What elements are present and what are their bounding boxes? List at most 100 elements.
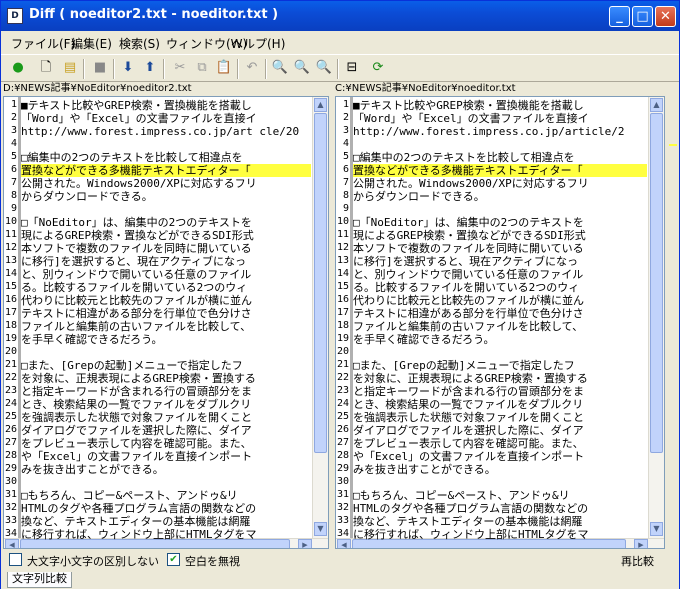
right-text-pane[interactable]: 1 2 3 4 5 6 7 8 9 10 11 12 13 14 15 16 17 18 19 20 21 22 23 24 2… bbox=[335, 96, 665, 549]
text-line[interactable]: を手早く確認できるだろう。 bbox=[21, 333, 311, 346]
scroll-left-icon[interactable]: ◀ bbox=[5, 539, 19, 548]
text-line[interactable] bbox=[21, 138, 311, 151]
text-line[interactable]: をプレビュー表示して内容を確認可能。また、 bbox=[353, 437, 647, 450]
text-line[interactable]: ダイアログでファイルを選択した際に、ダイア bbox=[21, 424, 311, 437]
text-line[interactable]: □また、[Grepの起動]メニューで指定したフ bbox=[353, 359, 647, 372]
text-line[interactable]: HTMLのタグや各種プログラム言語の関数などの bbox=[21, 502, 311, 515]
text-line[interactable]: を手早く確認できるだろう。 bbox=[353, 333, 647, 346]
menu-file[interactable]: ファイル(F) bbox=[11, 35, 75, 52]
zoom-out-icon[interactable]: 🔍 bbox=[315, 59, 333, 77]
text-line[interactable]: http://www.forest.impress.co.jp/article/… bbox=[353, 125, 647, 138]
text-line[interactable]: ダイアログでファイルを選択した際に、ダイア bbox=[353, 424, 647, 437]
text-line[interactable]: を強調表示した状態で対象ファイルを開くこと bbox=[21, 411, 311, 424]
diff-highlighted-line[interactable]: 置換などができる多機能テキストエディター「 bbox=[353, 164, 647, 177]
scroll-up-icon[interactable]: ▲ bbox=[314, 98, 327, 112]
text-line[interactable] bbox=[21, 203, 311, 216]
text-line[interactable]: ■テキスト比較やGREP検索・置換機能を搭載し bbox=[353, 99, 647, 112]
menu-help[interactable]: ヘルプ(H) bbox=[231, 35, 285, 52]
menu-search[interactable]: 検索(S) bbox=[119, 35, 160, 52]
text-line[interactable]: る。比較するファイルを開いている2つのウィ bbox=[21, 281, 311, 294]
text-line[interactable]: 換など、テキストエディターの基本機能は網羅 bbox=[353, 515, 647, 528]
close-button[interactable]: ✕ bbox=[655, 6, 676, 27]
split-icon[interactable]: ⊟ bbox=[343, 59, 361, 77]
text-line[interactable]: □もちろん、コピー&ペースト、アンドゥ&リ bbox=[353, 489, 647, 502]
text-line[interactable] bbox=[353, 138, 647, 151]
copy-icon[interactable]: ⧉ bbox=[193, 59, 211, 77]
text-line[interactable]: に移行]を選択すると、現在アクティブになっ bbox=[21, 255, 311, 268]
scroll-down-icon[interactable]: ▼ bbox=[314, 522, 327, 536]
scroll-thumb[interactable] bbox=[650, 113, 663, 453]
zoom-icon[interactable]: 🔍 bbox=[271, 59, 289, 77]
minimize-button[interactable]: _ bbox=[609, 6, 630, 27]
text-line[interactable]: ファイルと編集前の古いファイルを比較して、 bbox=[353, 320, 647, 333]
go-icon[interactable]: ● bbox=[9, 59, 27, 77]
tab-string-compare[interactable]: 文字列比較 bbox=[7, 572, 72, 588]
text-line[interactable]: からダウンロードできる。 bbox=[353, 190, 647, 203]
menu-edit[interactable]: 編集(E) bbox=[71, 35, 112, 52]
text-line[interactable]: をプレビュー表示して内容を確認可能。また、 bbox=[21, 437, 311, 450]
text-line[interactable]: みを抜き出すことができる。 bbox=[353, 463, 647, 476]
text-line[interactable]: 換など、テキストエディターの基本機能は網羅 bbox=[21, 515, 311, 528]
zoom-in-icon[interactable]: 🔍 bbox=[293, 59, 311, 77]
ignore-space-checkbox[interactable]: ✔ bbox=[167, 553, 180, 566]
text-line[interactable]: □「NoEditor」は、編集中の2つのテキストを bbox=[353, 216, 647, 229]
text-line[interactable]: ファイルと編集前の古いファイルを比較して、 bbox=[21, 320, 311, 333]
text-line[interactable]: からダウンロードできる。 bbox=[21, 190, 311, 203]
text-line[interactable]: 本ソフトで複数のファイルを同時に開いている bbox=[353, 242, 647, 255]
title-bar[interactable]: D Diff ( noeditor2.txt - noeditor.txt ) … bbox=[1, 1, 679, 31]
text-line[interactable] bbox=[353, 203, 647, 216]
text-line[interactable]: を対象に、正規表現によるGREP検索・置換する bbox=[21, 372, 311, 385]
left-text-pane[interactable]: 1 2 3 4 5 6 7 8 9 10 11 12 13 14 15 16 17 18 19 20 21 22 23 24 2… bbox=[3, 96, 329, 549]
text-line[interactable]: □編集中の2つのテキストを比較して相違点を bbox=[353, 151, 647, 164]
text-line[interactable] bbox=[353, 346, 647, 359]
text-line[interactable]: テキストに相違がある部分を行単位で色分けさ bbox=[353, 307, 647, 320]
text-line[interactable]: http://www.forest.impress.co.jp/art cle/… bbox=[21, 125, 311, 138]
paste-icon[interactable]: 📋 bbox=[215, 59, 233, 77]
text-line[interactable]: □もちろん、コピー&ペースト、アンドゥ&リ bbox=[21, 489, 311, 502]
text-line[interactable]: に移行すれば、ウィンドウ上部にHTMLタグをマ bbox=[21, 528, 311, 541]
text-line[interactable]: 「Word」や「Excel」の文書ファイルを直接イ bbox=[353, 112, 647, 125]
text-line[interactable]: 現によるGREP検索・置換などができるSDI形式 bbox=[353, 229, 647, 242]
text-line[interactable]: と指定キーワードが含まれる行の冒頭部分をま bbox=[21, 385, 311, 398]
stop-icon[interactable]: ■ bbox=[91, 59, 109, 77]
scroll-thumb[interactable] bbox=[314, 113, 327, 453]
text-line[interactable]: に移行]を選択すると、現在アクティブになっ bbox=[353, 255, 647, 268]
text-line[interactable]: や「Excel」の文書ファイルを直接インポート bbox=[353, 450, 647, 463]
text-line[interactable]: □「NoEditor」は、編集中の2つのテキストを bbox=[21, 216, 311, 229]
ignore-case-checkbox[interactable] bbox=[9, 553, 22, 566]
text-line[interactable]: 代わりに比較元と比較先のファイルが横に並ん bbox=[21, 294, 311, 307]
text-line[interactable]: と、別ウィンドウで開いている任意のファイル bbox=[353, 268, 647, 281]
text-line[interactable]: みを抜き出すことができる。 bbox=[21, 463, 311, 476]
new-file-icon[interactable]: 🗋 bbox=[37, 59, 55, 77]
text-line[interactable]: 「Word」や「Excel」の文書ファイルを直接イ bbox=[21, 112, 311, 125]
text-line[interactable]: に移行すれば、ウィンドウ上部にHTMLタグをマ bbox=[353, 528, 647, 541]
text-line[interactable]: □編集中の2つのテキストを比較して相違点を bbox=[21, 151, 311, 164]
text-line[interactable]: る。比較するファイルを開いている2つのウィ bbox=[353, 281, 647, 294]
text-line[interactable]: とき、検索結果の一覧でファイルをダブルクリ bbox=[21, 398, 311, 411]
diff-overview-strip[interactable] bbox=[667, 96, 679, 549]
text-line[interactable]: を強調表示した状態で対象ファイルを開くこと bbox=[353, 411, 647, 424]
undo-icon[interactable]: ↶ bbox=[243, 59, 261, 77]
vertical-scrollbar[interactable]: ▲ ▼ bbox=[312, 97, 328, 538]
cut-icon[interactable]: ✂ bbox=[171, 59, 189, 77]
refresh-icon[interactable]: ⟳ bbox=[369, 59, 387, 77]
text-line[interactable]: 公開された。Windows2000/XPに対応するフリ bbox=[21, 177, 311, 190]
scroll-left-icon[interactable]: ◀ bbox=[337, 539, 351, 548]
text-line[interactable]: とき、検索結果の一覧でファイルをダブルクリ bbox=[353, 398, 647, 411]
scroll-down-icon[interactable]: ▼ bbox=[650, 522, 663, 536]
text-line[interactable]: と指定キーワードが含まれる行の冒頭部分をま bbox=[353, 385, 647, 398]
text-line[interactable]: 代わりに比較元と比較先のファイルが横に並ん bbox=[353, 294, 647, 307]
text-line[interactable] bbox=[353, 476, 647, 489]
diff-highlighted-line[interactable]: 置換などができる多機能テキストエディター「 bbox=[21, 164, 311, 177]
open-folder-icon[interactable]: ▤ bbox=[61, 59, 79, 77]
text-line[interactable]: を対象に、正規表現によるGREP検索・置換する bbox=[353, 372, 647, 385]
text-line[interactable]: 公開された。Windows2000/XPに対応するフリ bbox=[353, 177, 647, 190]
text-line[interactable] bbox=[21, 476, 311, 489]
text-line[interactable]: 本ソフトで複数のファイルを同時に開いている bbox=[21, 242, 311, 255]
vertical-scrollbar[interactable]: ▲ ▼ bbox=[648, 97, 664, 538]
text-line[interactable]: テキストに相違がある部分を行単位で色分けさ bbox=[21, 307, 311, 320]
text-line[interactable]: と、別ウィンドウで開いている任意のファイル bbox=[21, 268, 311, 281]
down-arrow-icon[interactable]: ⬇ bbox=[119, 59, 137, 77]
text-line[interactable]: や「Excel」の文書ファイルを直接インポート bbox=[21, 450, 311, 463]
text-line[interactable]: □また、[Grepの起動]メニューで指定したフ bbox=[21, 359, 311, 372]
